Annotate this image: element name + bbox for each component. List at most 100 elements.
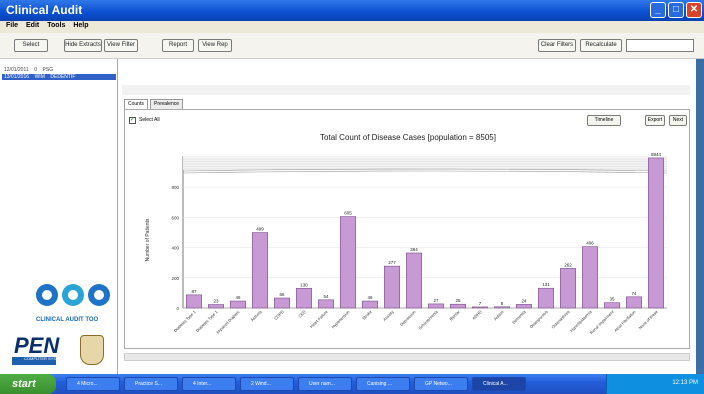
x-tick-label: Osteoarthritis bbox=[550, 309, 570, 329]
bar bbox=[362, 300, 379, 309]
x-tick-label: Depression bbox=[399, 309, 417, 327]
tab-counts[interactable]: Counts bbox=[124, 99, 148, 109]
menu-edit[interactable]: Edit bbox=[26, 22, 39, 29]
data-label: 364 bbox=[410, 247, 418, 252]
data-label: 74 bbox=[631, 291, 637, 296]
x-tick-label: Anxiety bbox=[382, 309, 395, 322]
bar bbox=[647, 157, 664, 309]
taskbar-item[interactable]: Practice S... bbox=[124, 377, 178, 391]
bar-chart: 0200400600800Number of Patients87Diabete… bbox=[145, 152, 668, 335]
pen-logo-subtitle: COMPUTER SYSTEMS bbox=[24, 356, 68, 361]
clear-filters-button[interactable]: Clear Filters bbox=[538, 39, 576, 52]
x-tick-label: Hyperlipidaemia bbox=[569, 309, 593, 333]
data-label: 277 bbox=[388, 260, 396, 265]
bar bbox=[427, 303, 444, 309]
logo-text: CLINICAL AUDIT TOO bbox=[36, 317, 99, 323]
data-label: 130 bbox=[300, 282, 308, 287]
bar bbox=[383, 265, 400, 309]
view-rep-button[interactable]: View Rep bbox=[198, 39, 232, 52]
x-tick-label: Stroke bbox=[361, 309, 373, 321]
data-label: 25 bbox=[455, 298, 461, 303]
extract-list-pane: 12/01/2011 0 PSG 13/01/2016 WIM DEDENTIF… bbox=[0, 59, 118, 374]
report-button[interactable]: Report bbox=[162, 39, 194, 52]
menu-bar: File Edit Tools Help bbox=[0, 21, 704, 33]
data-label: 27 bbox=[433, 298, 439, 303]
main-pane: Counts Prevalence ✓ Select All Timeline … bbox=[118, 59, 696, 374]
coat-of-arms-icon bbox=[80, 335, 104, 365]
x-tick-label: Impaired Diabetic bbox=[215, 309, 241, 335]
select-button[interactable]: Select bbox=[14, 39, 48, 52]
y-tick-label: 200 bbox=[171, 276, 179, 281]
data-label: 262 bbox=[564, 262, 572, 267]
taskbar-item[interactable]: User nam... bbox=[298, 377, 352, 391]
bar bbox=[449, 303, 466, 309]
x-tick-label: COPD bbox=[273, 309, 285, 321]
bar bbox=[185, 294, 202, 309]
bar bbox=[625, 296, 642, 309]
bar bbox=[318, 299, 335, 309]
tab-prevalence[interactable]: Prevalence bbox=[150, 99, 184, 109]
view-filter-button[interactable]: View Filter bbox=[104, 39, 138, 52]
menu-tools[interactable]: Tools bbox=[47, 22, 65, 29]
bar bbox=[252, 232, 269, 309]
y-tick-label: 600 bbox=[171, 215, 179, 220]
taskbar: start 4 Micro... Practice S... 4 Inter..… bbox=[0, 374, 704, 394]
horizontal-scrollbar[interactable] bbox=[124, 353, 690, 361]
data-label: 605 bbox=[344, 211, 352, 216]
bar bbox=[208, 304, 225, 309]
start-button[interactable]: start bbox=[0, 374, 56, 394]
taskbar-item[interactable]: 2 Wind... bbox=[240, 377, 294, 391]
data-label: 87 bbox=[191, 289, 197, 294]
x-tick-label: Atrial Fibrillation bbox=[613, 309, 637, 333]
bar bbox=[559, 268, 576, 309]
bar bbox=[405, 252, 422, 309]
taskbar-item[interactable]: GP Netwo... bbox=[414, 377, 468, 391]
data-label: 8944 bbox=[651, 152, 662, 157]
x-tick-label: Osteoporosis bbox=[528, 309, 548, 329]
clock: 12:13 PM bbox=[672, 380, 698, 386]
data-label: 35 bbox=[609, 297, 615, 302]
system-tray: 12:13 PM bbox=[606, 374, 704, 394]
x-tick-label: Renal Impairment bbox=[589, 309, 615, 335]
minimize-button[interactable]: _ bbox=[650, 2, 666, 18]
x-tick-label: Autism bbox=[493, 309, 506, 322]
x-tick-label: Bipolar bbox=[448, 309, 461, 322]
bar bbox=[340, 216, 357, 309]
data-label: 66 bbox=[279, 292, 285, 297]
x-tick-label: CKD bbox=[297, 309, 307, 319]
close-button[interactable]: ✕ bbox=[686, 2, 702, 18]
bar bbox=[230, 300, 247, 309]
recalculate-button[interactable]: Recalculate bbox=[580, 39, 622, 52]
menu-help[interactable]: Help bbox=[73, 22, 88, 29]
x-tick-label: Schizophrenia bbox=[417, 309, 439, 331]
data-label: 7 bbox=[479, 301, 482, 306]
x-tick-label: None of these bbox=[638, 309, 660, 331]
data-label: 54 bbox=[323, 294, 329, 299]
maximize-button[interactable]: □ bbox=[668, 2, 684, 18]
data-label: 23 bbox=[213, 299, 219, 304]
bar bbox=[581, 246, 598, 309]
window-title: Clinical Audit bbox=[6, 3, 83, 17]
hide-extracts-button[interactable]: Hide Extracts bbox=[64, 39, 102, 52]
x-tick-label: Heart Failure bbox=[309, 309, 329, 329]
list-item[interactable]: 12/01/2011 0 PSG bbox=[4, 67, 53, 73]
taskbar-item-active[interactable]: Clinical A... bbox=[472, 377, 526, 391]
y-axis-label: Number of Patients bbox=[145, 218, 151, 261]
taskbar-item[interactable]: 4 Inter... bbox=[182, 377, 236, 391]
x-tick-label: Hypertension bbox=[330, 309, 350, 329]
axis-break-region bbox=[183, 156, 667, 170]
data-label: 46 bbox=[367, 295, 373, 300]
taskbar-item[interactable]: 4 Micro... bbox=[66, 377, 120, 391]
bar bbox=[296, 288, 313, 309]
menu-file[interactable]: File bbox=[6, 22, 18, 29]
bar bbox=[493, 306, 510, 309]
filter-input[interactable] bbox=[626, 39, 694, 52]
bar bbox=[274, 297, 291, 309]
bar bbox=[515, 304, 532, 309]
y-tick-label: 400 bbox=[171, 246, 179, 251]
data-label: 499 bbox=[256, 227, 264, 232]
x-tick-label: ADHD bbox=[471, 309, 483, 321]
bar bbox=[537, 287, 554, 309]
taskbar-item[interactable]: Canising ... bbox=[356, 377, 410, 391]
list-item-selected[interactable]: 13/01/2016 WIM DEDENTIF bbox=[2, 74, 116, 80]
